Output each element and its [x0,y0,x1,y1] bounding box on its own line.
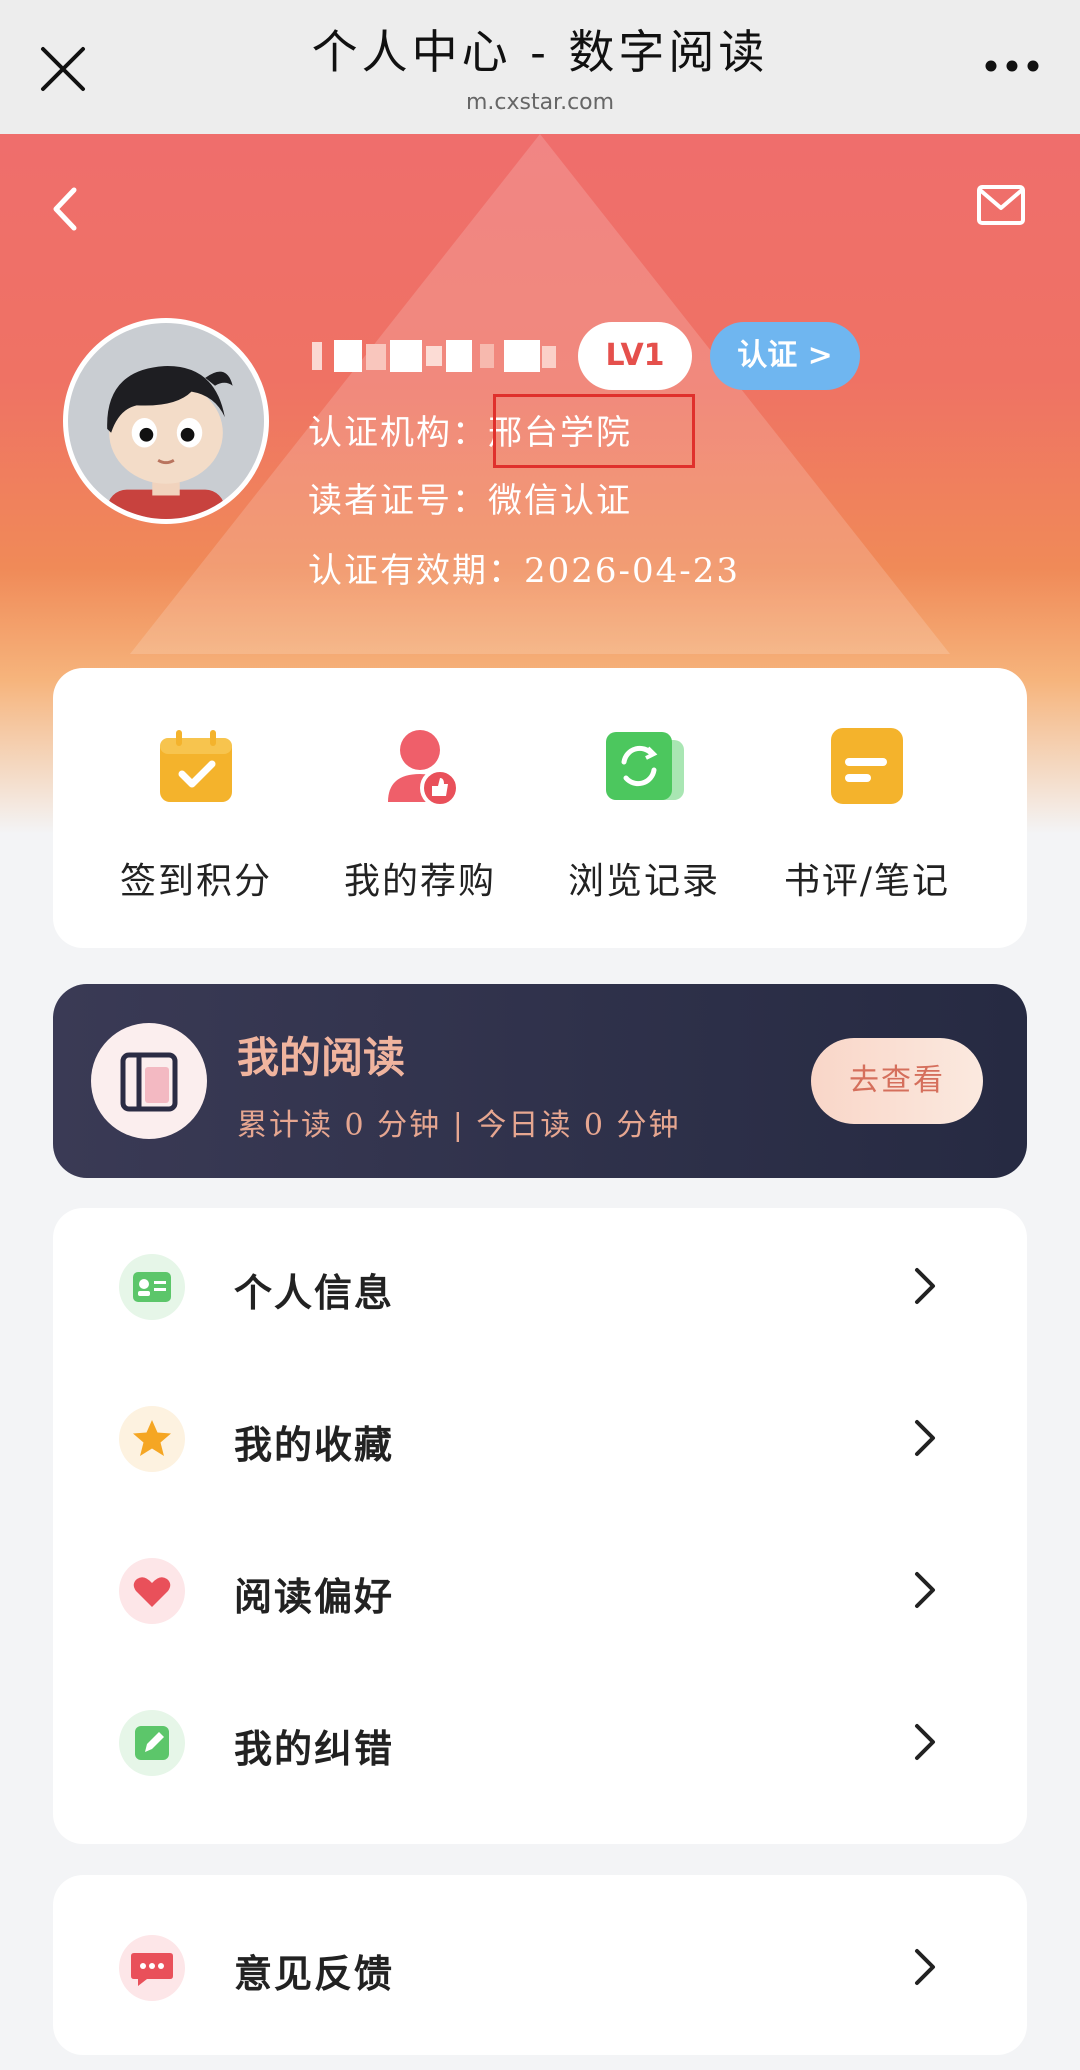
reader-id-row: 读者证号：微信认证 [308,473,632,522]
back-icon[interactable] [44,184,84,234]
menu-item-label: 我的收藏 [234,1422,395,1467]
heart-icon [119,1558,185,1624]
browser-top-bar: 个人中心 - 数字阅读 m.cxstar.com [0,0,1080,134]
chevron-right-icon [915,1949,935,1985]
quick-action-checkin[interactable]: 签到积分 [96,724,296,904]
institution-label: 认证机构： [308,413,488,453]
chevron-right-icon [915,1572,935,1608]
reading-summary: 累计读 0 分钟 | 今日读 0 分钟 [237,1108,681,1143]
mail-icon[interactable] [976,184,1026,226]
menu-item-personal-info[interactable]: 个人信息 [53,1208,1027,1360]
level-badge: LV1 [578,322,692,390]
book-icon-circle [91,1023,207,1139]
menu-item-corrections[interactable]: 我的纠错 [53,1664,1027,1816]
edit-icon [119,1710,185,1776]
my-reading-title: 我的阅读 [237,1033,406,1082]
menu-item-label: 我的纠错 [234,1726,395,1771]
menu-item-feedback[interactable]: 意见反馈 [53,1889,1027,2041]
quick-action-label: 签到积分 [119,861,272,902]
highlight-box [493,394,695,468]
more-icon[interactable] [984,56,1040,76]
my-reading-card[interactable]: 我的阅读 累计读 0 分钟 | 今日读 0 分钟 去查看 [53,984,1027,1178]
chevron-right-icon [915,1420,935,1456]
view-reading-button[interactable]: 去查看 [811,1038,983,1124]
quick-action-recommend[interactable]: 我的荐购 [320,724,520,904]
page-title: 个人中心 - 数字阅读 [311,25,769,79]
validity-row: 认证有效期：2026-04-23 [308,543,740,592]
menu-item-reading-preferences[interactable]: 阅读偏好 [53,1512,1027,1664]
menu-item-favorites[interactable]: 我的收藏 [53,1360,1027,1512]
validity-value: 2026-04-23 [524,551,741,591]
message-icon [119,1935,185,2001]
chevron-right-icon [915,1724,935,1760]
certify-button[interactable]: 认证 > [710,322,860,390]
menu-item-label: 阅读偏好 [234,1574,395,1619]
chevron-right-icon [915,1268,935,1304]
quick-action-notes[interactable]: 书评/笔记 [767,724,967,904]
settings-menu-card: 个人信息 我的收藏 阅读偏好 我的纠错 [53,1208,1027,1844]
user-thumbs-up-icon [388,730,460,808]
book-icon [120,1052,178,1112]
calendar-check-icon [160,730,232,802]
quick-action-label: 书评/笔记 [783,861,951,902]
avatar[interactable] [63,318,269,524]
quick-action-label: 浏览记录 [567,861,720,902]
quick-action-history[interactable]: 浏览记录 [544,724,744,904]
validity-label: 认证有效期： [308,551,524,591]
page-url: m.cxstar.com [465,90,615,115]
feedback-card: 意见反馈 [53,1875,1027,2055]
quick-action-label: 我的荐购 [343,861,496,902]
quick-actions-card: 签到积分 我的荐购 浏览记录 书评/笔记 [53,668,1027,948]
username-obscured [312,340,556,372]
reader-id-value: 微信认证 [488,481,632,521]
id-card-icon [119,1254,185,1320]
star-icon [119,1406,185,1472]
menu-item-label: 意见反馈 [234,1951,395,1996]
refresh-history-icon [606,732,684,800]
menu-item-label: 个人信息 [234,1270,395,1315]
reader-id-label: 读者证号： [308,481,488,521]
note-icon [831,728,903,804]
